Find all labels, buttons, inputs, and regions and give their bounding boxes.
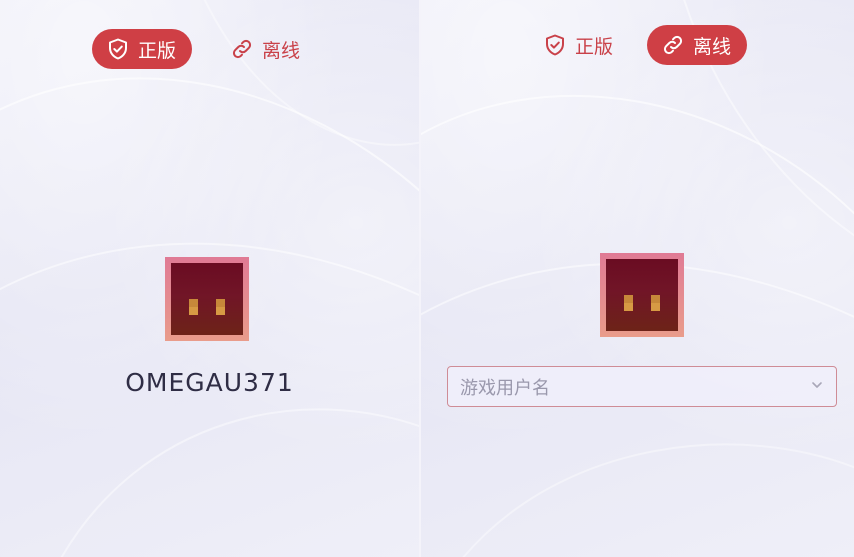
tab-offline[interactable]: 离线 <box>216 29 316 69</box>
avatar-eye-left <box>189 299 198 315</box>
tab-official-label: 正版 <box>138 39 177 62</box>
link-icon <box>661 33 685 57</box>
chevron-down-icon[interactable] <box>810 377 824 396</box>
shield-check-icon <box>543 33 567 57</box>
avatar-eye-right <box>216 299 225 315</box>
link-icon <box>230 37 254 61</box>
avatar-face <box>171 263 243 335</box>
online-login-panel: 正版 离线 OMEGAU371 <box>0 0 419 557</box>
tab-official[interactable]: 正版 <box>92 29 193 69</box>
username-label: OMEGAU371 <box>125 368 294 397</box>
offline-login-panel: 正版 离线 游戏用户名 <box>421 0 854 557</box>
avatar-face <box>606 259 678 331</box>
shield-check-icon <box>106 37 130 61</box>
tab-offline-label: 离线 <box>262 39 301 62</box>
avatar <box>600 253 684 337</box>
avatar <box>165 257 249 341</box>
tab-offline-label: 离线 <box>693 35 732 58</box>
avatar-eye-right <box>651 295 660 311</box>
tab-official[interactable]: 正版 <box>529 25 629 65</box>
tab-offline[interactable]: 离线 <box>647 25 748 65</box>
username-select[interactable]: 游戏用户名 <box>447 366 837 407</box>
username-placeholder: 游戏用户名 <box>460 377 550 399</box>
tab-official-label: 正版 <box>575 35 614 58</box>
avatar-eye-left <box>624 295 633 311</box>
